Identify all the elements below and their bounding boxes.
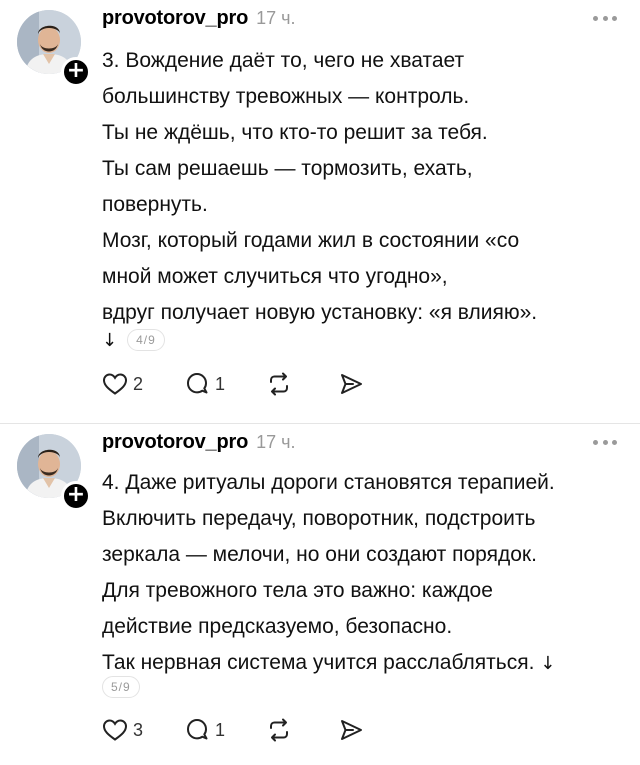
heart-icon <box>102 373 128 395</box>
text-line: Включить передачу, поворотник, подстроит… <box>102 507 536 530</box>
like-button[interactable]: 3 <box>102 715 184 745</box>
comment-icon <box>187 373 208 394</box>
thread-post: + provotorov_pro 17 ч. 4. Даже ритуалы д… <box>0 424 640 765</box>
send-icon <box>341 374 362 394</box>
text-line: Ты не ждёшь, что кто-то решит за тебя. <box>102 121 488 144</box>
thread-pagination: 5/9 <box>102 676 140 698</box>
avatar[interactable]: + <box>17 434 91 511</box>
text-line: Так нервная система учится расслабляться… <box>102 645 632 682</box>
comment-icon <box>187 719 208 740</box>
text-line: вдруг получает новую установку: «я влияю… <box>102 301 538 324</box>
page-indicator: 4/9 <box>127 329 165 351</box>
reply-count: 1 <box>215 719 226 740</box>
timestamp[interactable]: 17 ч. <box>256 432 295 453</box>
reply-count: 1 <box>215 373 226 394</box>
share-button[interactable] <box>338 369 364 399</box>
text-line: большинству тревожных — контроль. <box>102 85 470 108</box>
more-horizontal-icon[interactable] <box>593 438 617 446</box>
text-line: 4. Даже ритуалы дороги становятся терапи… <box>102 471 555 494</box>
like-button[interactable]: 2 <box>102 369 184 399</box>
action-bar: 3 1 <box>102 715 364 745</box>
reply-button[interactable]: 1 <box>184 369 266 399</box>
post-header: provotorov_pro 17 ч. <box>102 431 296 459</box>
avatar[interactable]: + <box>17 10 91 87</box>
repost-icon <box>270 718 288 742</box>
text-line: действие предсказуемо, безопасно. <box>102 615 453 638</box>
text-line: Ты сам решаешь — тормозить, ехать, <box>102 157 473 180</box>
timestamp[interactable]: 17 ч. <box>256 8 295 29</box>
username[interactable]: provotorov_pro <box>102 431 248 454</box>
text-line: 3. Вождение даёт то, чего не хватает <box>102 49 465 72</box>
plus-icon[interactable]: + <box>61 57 91 87</box>
text-line-content: Так нервная система учится расслабляться… <box>102 651 535 674</box>
more-horizontal-icon[interactable] <box>593 14 617 22</box>
username[interactable]: provotorov_pro <box>102 7 248 30</box>
repost-icon <box>270 372 288 396</box>
text-line: мной может случиться что угодно», <box>102 265 448 288</box>
text-line: зеркала — мелочи, но они создают порядок… <box>102 543 537 566</box>
text-line: Для тревожного тела это важно: каждое <box>102 579 493 602</box>
thread-post: + provotorov_pro 17 ч. 3. Вождение даёт … <box>0 0 640 424</box>
thread-pagination: ↓ 4/9 <box>102 329 165 351</box>
post-text: 4. Даже ритуалы дороги становятся терапи… <box>102 465 632 682</box>
like-count: 2 <box>133 373 144 394</box>
like-count: 3 <box>133 719 144 740</box>
action-bar: 2 1 <box>102 369 364 399</box>
heart-icon <box>102 719 128 741</box>
post-text: 3. Вождение даёт то, чего не хватает бол… <box>102 43 632 331</box>
text-line: Мозг, который годами жил в состоянии «со <box>102 229 520 252</box>
reply-button[interactable]: 1 <box>184 715 266 745</box>
share-button[interactable] <box>338 715 364 745</box>
post-header: provotorov_pro 17 ч. <box>102 7 296 35</box>
arrow-down-icon: ↓ <box>540 653 556 674</box>
text-line: повернуть. <box>102 193 208 216</box>
repost-button[interactable] <box>266 369 338 399</box>
send-icon <box>341 720 362 740</box>
page-indicator: 5/9 <box>102 676 140 698</box>
arrow-down-icon: ↓ <box>102 329 118 351</box>
repost-button[interactable] <box>266 715 338 745</box>
plus-icon[interactable]: + <box>61 481 91 511</box>
